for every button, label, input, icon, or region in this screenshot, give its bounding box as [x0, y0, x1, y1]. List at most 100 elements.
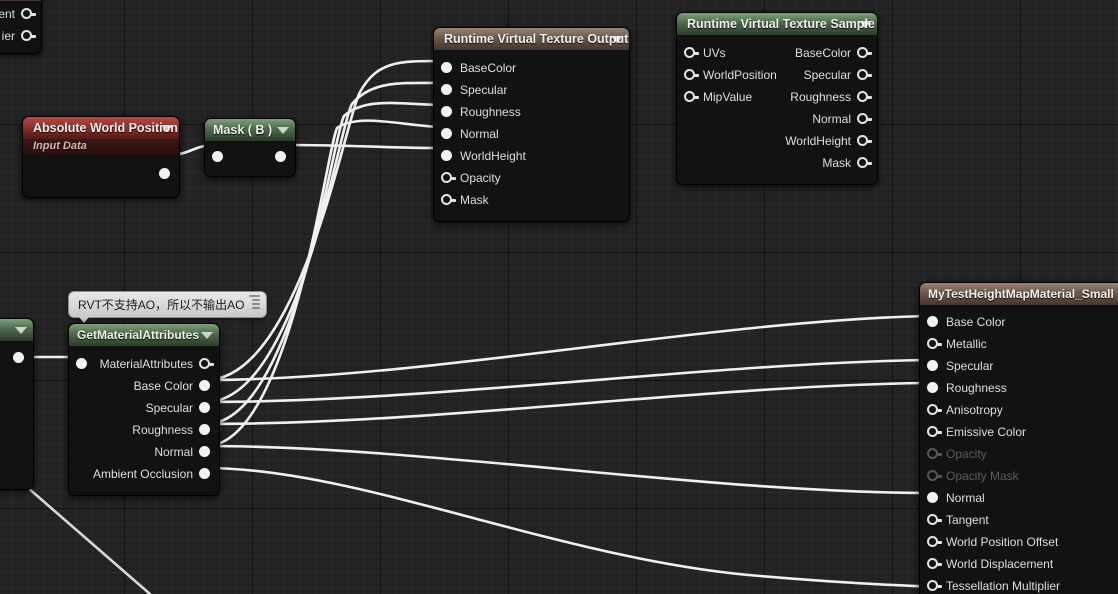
chevron-down-icon[interactable]: [161, 125, 173, 132]
input-pin[interactable]: [684, 69, 699, 81]
input-pin[interactable]: [927, 558, 942, 570]
pin-row-tessellation-multiplier[interactable]: Tessellation Multiplier: [920, 575, 1118, 594]
input-pin[interactable]: [927, 514, 942, 526]
node-runtime-virtual-texture-sample[interactable]: Runtime Virtual Texture Sample UVs BaseC…: [676, 12, 878, 185]
pin-row-opacity-mask[interactable]: Opacity Mask: [920, 465, 1118, 487]
resize-handle-icon[interactable]: [249, 295, 262, 310]
chevron-down-icon[interactable]: [859, 21, 871, 28]
input-pin[interactable]: [441, 84, 454, 96]
input-pin[interactable]: [76, 358, 89, 370]
pin-row-mipvalue-roughness[interactable]: MipValue Roughness: [677, 86, 877, 108]
node-header[interactable]: GetMaterialAttributes: [69, 324, 219, 346]
pin-row-specular[interactable]: Specular: [434, 79, 629, 101]
pin-row-emissive-color[interactable]: Emissive Color: [920, 421, 1118, 443]
pin-row-worldheight[interactable]: WorldHeight: [434, 145, 629, 167]
output-pin[interactable]: [199, 402, 212, 414]
input-pin[interactable]: [441, 128, 454, 140]
pin-row-output[interactable]: [23, 163, 179, 185]
input-pin[interactable]: [927, 492, 940, 504]
node-header[interactable]: [0, 0, 41, 1]
chevron-down-icon[interactable]: [201, 332, 213, 339]
pin-row-specular[interactable]: Specular: [920, 355, 1118, 377]
material-graph-canvas[interactable]: ent ier Absolute World Position Input Da…: [0, 0, 1118, 594]
input-pin[interactable]: [927, 360, 940, 372]
pin-row-normal[interactable]: Normal: [434, 123, 629, 145]
output-pin[interactable]: [857, 91, 872, 103]
node-absolute-world-position[interactable]: Absolute World Position Input Data: [22, 116, 180, 198]
input-pin[interactable]: [927, 448, 942, 460]
pin-row-base-color[interactable]: Base Color: [920, 311, 1118, 333]
pin-row-materialattributes[interactable]: MaterialAttributes: [69, 353, 219, 375]
input-pin[interactable]: [927, 580, 942, 592]
pin-row-specular[interactable]: Specular: [69, 397, 219, 419]
node-get-material-attributes[interactable]: GetMaterialAttributes MaterialAttributes…: [68, 323, 220, 496]
pin-row-opacity[interactable]: Opacity: [434, 167, 629, 189]
pin-row-mask[interactable]: Mask: [434, 189, 629, 211]
node-header[interactable]: Mask ( B ): [205, 119, 295, 141]
pin-row-roughness[interactable]: Roughness: [434, 101, 629, 123]
chevron-down-icon[interactable]: [611, 36, 623, 43]
input-pin[interactable]: [212, 151, 225, 163]
input-pin[interactable]: [927, 382, 940, 394]
node-offscreen-left[interactable]: [0, 318, 34, 490]
pin-row-roughness[interactable]: Roughness: [920, 377, 1118, 399]
input-pin[interactable]: [441, 172, 456, 184]
input-pin[interactable]: [684, 91, 699, 103]
pin-row[interactable]: ent: [0, 3, 41, 25]
node-mask-b[interactable]: Mask ( B ): [204, 118, 296, 177]
output-pin[interactable]: [13, 352, 26, 364]
node-offscreen-top-left[interactable]: ent ier: [0, 0, 42, 54]
chevron-down-icon[interactable]: [277, 127, 289, 134]
pin-row-world-position-offset[interactable]: World Position Offset: [920, 531, 1118, 553]
pin-row-worldposition-specular[interactable]: WorldPosition Specular: [677, 64, 877, 86]
pin-row-worldheight[interactable]: WorldHeight: [677, 130, 877, 152]
output-pin[interactable]: [857, 135, 872, 147]
output-pin[interactable]: [159, 168, 172, 180]
node-header[interactable]: Absolute World Position: [23, 117, 179, 139]
pin-row-basecolor[interactable]: BaseColor: [434, 57, 629, 79]
output-pin[interactable]: [857, 69, 872, 81]
output-pin[interactable]: [857, 47, 872, 59]
node-header[interactable]: MyTestHeightMapMaterial_Small: [920, 283, 1118, 305]
node-header[interactable]: [0, 319, 33, 341]
pin-row-normal[interactable]: Normal: [69, 441, 219, 463]
input-pin[interactable]: [927, 404, 942, 416]
output-pin[interactable]: [275, 151, 288, 163]
output-pin[interactable]: [857, 113, 872, 125]
output-pin[interactable]: [199, 380, 212, 392]
output-pin[interactable]: [21, 8, 36, 20]
pin-row[interactable]: [0, 347, 33, 369]
output-pin[interactable]: [199, 424, 212, 436]
pin-row-normal[interactable]: Normal: [920, 487, 1118, 509]
input-pin[interactable]: [927, 470, 942, 482]
node-runtime-virtual-texture-output[interactable]: Runtime Virtual Texture Output BaseColor…: [433, 27, 630, 222]
output-pin[interactable]: [21, 30, 36, 42]
output-pin[interactable]: [199, 468, 212, 480]
input-pin[interactable]: [927, 316, 940, 328]
pin-row-ambient-occlusion[interactable]: Ambient Occlusion: [69, 463, 219, 485]
output-pin[interactable]: [857, 157, 872, 169]
pin-row-anisotropy[interactable]: Anisotropy: [920, 399, 1118, 421]
pin-row-metallic[interactable]: Metallic: [920, 333, 1118, 355]
node-header[interactable]: Runtime Virtual Texture Sample: [677, 13, 877, 35]
pin-row-tangent[interactable]: Tangent: [920, 509, 1118, 531]
output-pin[interactable]: [199, 358, 214, 370]
input-pin[interactable]: [927, 536, 942, 548]
pin-row-opacity[interactable]: Opacity: [920, 443, 1118, 465]
chevron-down-icon[interactable]: [15, 327, 27, 334]
pin-row-uvs-basecolor[interactable]: UVs BaseColor: [677, 42, 877, 64]
input-pin[interactable]: [441, 150, 454, 162]
pin-row[interactable]: ier: [0, 25, 41, 47]
pin-row-base-color[interactable]: Base Color: [69, 375, 219, 397]
pin-row-roughness[interactable]: Roughness: [69, 419, 219, 441]
input-pin[interactable]: [441, 62, 454, 74]
comment-bubble[interactable]: RVT不支持AO，所以不输出AO: [68, 291, 268, 323]
input-pin[interactable]: [927, 338, 942, 350]
pin-row-mask[interactable]: Mask: [677, 152, 877, 174]
node-header[interactable]: Runtime Virtual Texture Output: [434, 28, 629, 50]
pin-row-normal[interactable]: Normal: [677, 108, 877, 130]
input-pin[interactable]: [684, 47, 699, 59]
pin-row[interactable]: [205, 146, 295, 168]
output-pin[interactable]: [199, 446, 212, 458]
input-pin[interactable]: [441, 106, 454, 118]
